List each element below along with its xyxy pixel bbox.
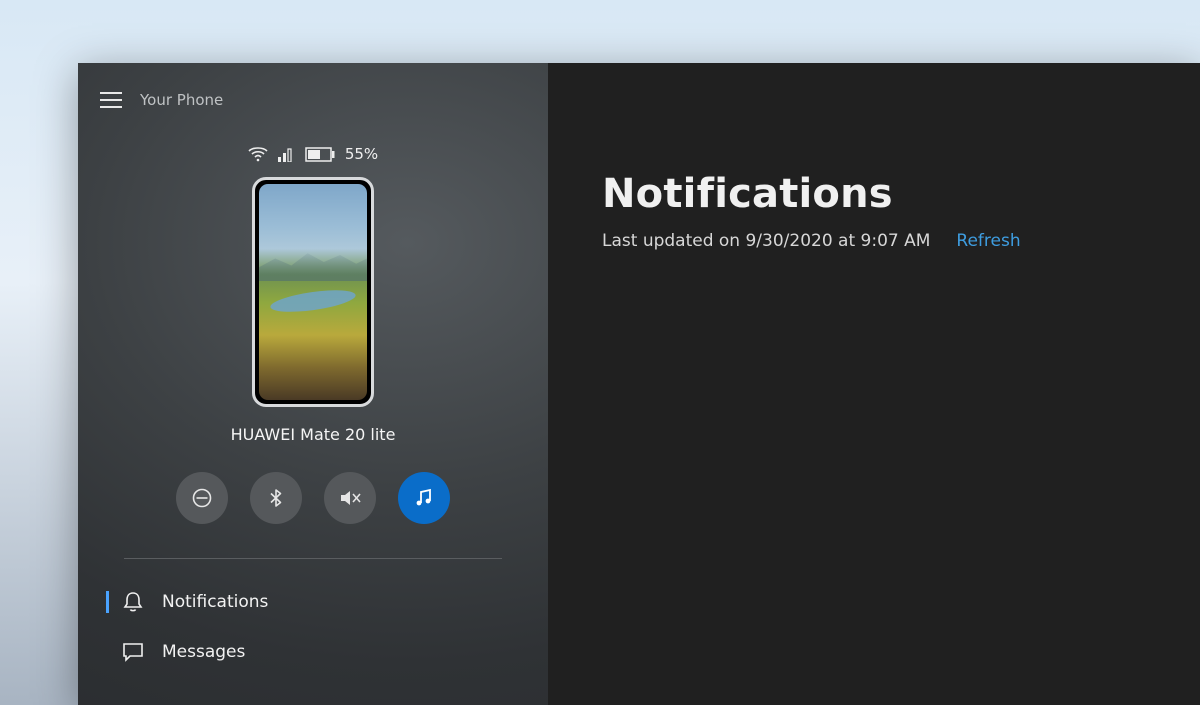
titlebar: Your Phone <box>78 63 548 119</box>
sidebar-nav: Notifications Messages <box>78 567 548 687</box>
do-not-disturb-icon <box>191 487 213 509</box>
signal-icon <box>278 147 295 162</box>
page-title: Notifications <box>602 171 1146 217</box>
chat-icon <box>122 641 144 663</box>
last-updated-text: Last updated on 9/30/2020 at 9:07 AM <box>602 231 930 251</box>
app-window: Your Phone <box>78 63 1200 705</box>
subtitle-row: Last updated on 9/30/2020 at 9:07 AM Ref… <box>602 231 1146 251</box>
music-button[interactable] <box>398 472 450 524</box>
nav-item-notifications[interactable]: Notifications <box>78 577 548 627</box>
phone-status-bar: 55% <box>78 145 548 163</box>
bell-icon <box>122 591 144 613</box>
music-note-icon <box>413 487 435 509</box>
volume-mute-icon <box>338 487 362 509</box>
nav-label: Notifications <box>162 592 268 612</box>
app-title: Your Phone <box>140 91 223 109</box>
bluetooth-button[interactable] <box>250 472 302 524</box>
battery-icon <box>305 147 335 162</box>
device-name: HUAWEI Mate 20 lite <box>78 425 548 444</box>
hamburger-menu-icon[interactable] <box>100 92 122 108</box>
sidebar: Your Phone <box>78 63 548 705</box>
wifi-icon <box>248 146 268 162</box>
mute-button[interactable] <box>324 472 376 524</box>
main-panel: Notifications Last updated on 9/30/2020 … <box>548 63 1200 705</box>
nav-label: Messages <box>162 642 245 662</box>
phone-preview[interactable] <box>78 177 548 407</box>
refresh-link[interactable]: Refresh <box>956 231 1020 251</box>
dnd-button[interactable] <box>176 472 228 524</box>
bluetooth-icon <box>265 487 287 509</box>
nav-item-messages[interactable]: Messages <box>78 627 548 677</box>
quick-actions <box>78 472 548 524</box>
sidebar-divider <box>124 558 502 559</box>
battery-percent: 55% <box>345 145 378 163</box>
